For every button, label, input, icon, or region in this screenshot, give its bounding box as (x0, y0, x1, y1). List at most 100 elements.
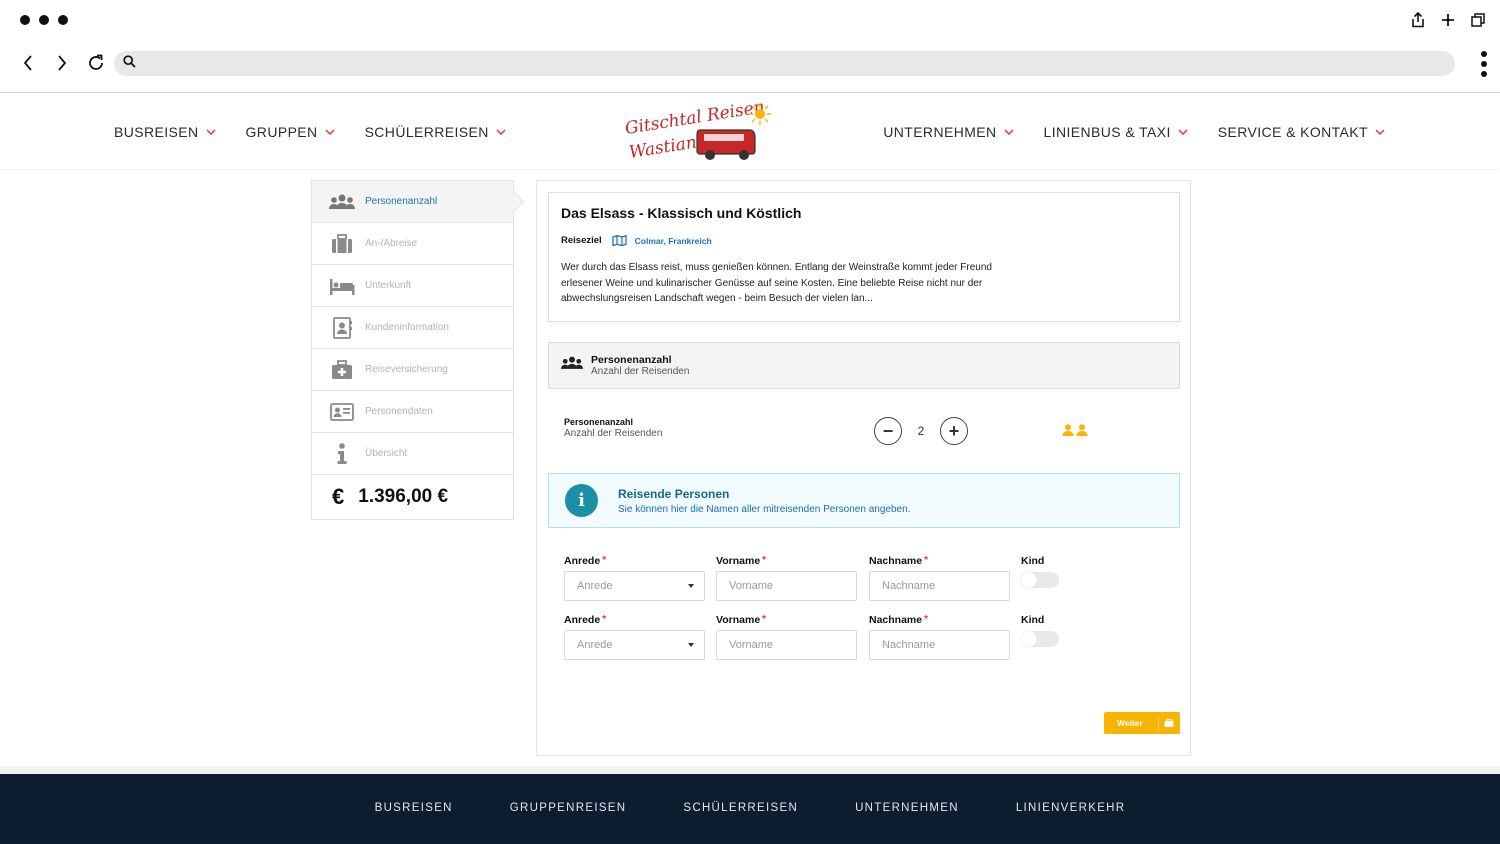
chevron-down-icon (496, 128, 506, 135)
site-logo[interactable]: Gitschtal Reisen Wastian (622, 100, 772, 162)
required-mark: * (924, 614, 929, 625)
section-title: Personenanzahl (591, 354, 672, 366)
person-icon (1076, 424, 1088, 436)
window-dot[interactable] (39, 15, 49, 25)
kind-toggle[interactable] (1021, 572, 1059, 588)
tabs-icon[interactable] (1470, 10, 1486, 30)
bus-icon (696, 129, 756, 160)
vorname-field[interactable] (729, 580, 856, 592)
step-reiseversicherung[interactable]: Reiseversicherung (312, 349, 513, 391)
kind-toggle[interactable] (1021, 631, 1059, 647)
chevron-down-icon (205, 128, 216, 135)
step-label: Übersicht (365, 448, 408, 459)
anrede-placeholder: Anrede (577, 580, 613, 592)
id-card-icon (329, 401, 355, 423)
info-alert: i Reisende Personen Sie können hier die … (548, 473, 1180, 528)
forward-icon[interactable] (52, 52, 72, 74)
next-button[interactable]: Weiter (1104, 712, 1180, 734)
count-label: Personenanzahl (564, 417, 634, 427)
nachname-label: Nachname (869, 555, 923, 567)
required-mark: * (602, 555, 607, 566)
contact-book-icon (329, 316, 355, 339)
traveler-row: Anrede* Anrede Vorname* Nachname* Kind (564, 614, 1074, 664)
search-icon (123, 54, 136, 73)
trip-description: Wer durch das Elsass reist, muss genieße… (561, 262, 992, 304)
share-icon[interactable] (1410, 10, 1426, 30)
menu-item-busreisen[interactable]: BUSREISEN (114, 124, 216, 140)
footer-link-busreisen[interactable]: BUSREISEN (375, 802, 453, 814)
group-icon (561, 356, 583, 375)
increase-button[interactable]: + (940, 417, 968, 445)
menu-item-label: GRUPPEN (245, 123, 318, 140)
destination-link[interactable]: Colmar, Frankreich (612, 235, 712, 246)
footer-link-unternehmen[interactable]: UNTERNEHMEN (855, 802, 959, 814)
map-icon (612, 235, 627, 246)
menu-item-label: SERVICE & KONTAKT (1217, 123, 1368, 140)
reload-icon[interactable] (86, 52, 106, 74)
window-controls (20, 15, 68, 25)
back-icon[interactable] (18, 52, 38, 74)
anrede-select[interactable]: Anrede (564, 630, 705, 660)
browser-toolbar (0, 0, 1500, 93)
step-uebersicht[interactable]: Übersicht (312, 433, 513, 475)
suitcase-icon (1164, 719, 1174, 727)
step-label: Personendaten (365, 406, 433, 417)
footer-link-gruppenreisen[interactable]: GRUPPENREISEN (510, 802, 627, 814)
step-an-abreise[interactable]: An-/Abreise (312, 223, 513, 265)
person-icon (1062, 424, 1074, 436)
kind-label: Kind (1021, 614, 1045, 626)
step-personenanzahl[interactable]: Personenanzahl (312, 181, 513, 223)
new-tab-icon[interactable] (1440, 10, 1456, 30)
section-header: Personenanzahl Anzahl der Reisenden (548, 342, 1180, 389)
step-label: Kundeninformation (365, 322, 449, 333)
anrede-label: Anrede (564, 614, 601, 626)
main-menu-right: UNTERNEHMEN LINIENBUS & TAXI SERVICE & K… (883, 94, 1385, 169)
chevron-down-icon (1003, 128, 1014, 135)
total-price: € 1.396,00 € (312, 475, 513, 519)
url-input[interactable] (144, 51, 1455, 76)
footer-link-schuelerreisen[interactable]: SCHÜLERREISEN (683, 802, 798, 814)
traveler-row: Anrede* Anrede Vorname* Nachname* Kind (564, 555, 1074, 605)
euro-icon: € (332, 484, 345, 509)
decrease-button[interactable]: − (874, 417, 902, 445)
step-personendaten[interactable]: Personendaten (312, 391, 513, 433)
menu-item-label: BUSREISEN (114, 123, 199, 140)
destination-value: Colmar, Frankreich (634, 235, 712, 246)
nachname-field[interactable] (882, 580, 1009, 592)
page-divider (0, 766, 1500, 774)
required-mark: * (762, 614, 767, 625)
footer-link-linienverkehr[interactable]: LINIENVERKEHR (1016, 802, 1126, 814)
person-count-row: Personenanzahl Anzahl der Reisenden − 2 … (564, 417, 1124, 447)
nachname-field[interactable] (882, 639, 1009, 651)
info-title: Reisende Personen (618, 486, 730, 501)
menu-item-linienbus-taxi[interactable]: LINIENBUS & TAXI (1044, 124, 1188, 140)
anrede-select[interactable]: Anrede (564, 571, 705, 601)
step-label: An-/Abreise (365, 238, 418, 249)
menu-item-service-kontakt[interactable]: SERVICE & KONTAKT (1218, 124, 1385, 140)
price-value: 1.396,00 € (358, 486, 449, 507)
step-label: Reiseversicherung (365, 364, 448, 375)
anrede-label: Anrede (564, 555, 601, 567)
booking-main-panel: Das Elsass - Klassisch und Köstlich Reis… (536, 180, 1191, 756)
trip-summary-card: Das Elsass - Klassisch und Köstlich Reis… (548, 192, 1180, 322)
address-bar[interactable] (114, 51, 1455, 76)
more-icon[interactable] (1481, 51, 1487, 77)
vorname-label: Vorname (716, 614, 761, 626)
step-kundeninformation[interactable]: Kundeninformation (312, 307, 513, 349)
required-mark: * (924, 555, 929, 566)
menu-item-label: SCHÜLERREISEN (364, 123, 489, 140)
step-unterkunft[interactable]: Unterkunft (312, 265, 513, 307)
booking-steps-sidebar: Personenanzahl An-/Abreise Unterkunft Ku… (311, 180, 514, 520)
chevron-down-icon (325, 128, 335, 135)
step-label: Personenanzahl (365, 196, 438, 207)
vorname-field[interactable] (729, 639, 856, 651)
menu-item-unternehmen[interactable]: UNTERNEHMEN (883, 124, 1014, 140)
chevron-down-icon (1178, 128, 1188, 135)
menu-item-gruppen[interactable]: GRUPPEN (246, 124, 335, 140)
menu-item-schuelerreisen[interactable]: SCHÜLERREISEN (365, 124, 506, 140)
site-header: BUSREISEN GRUPPEN SCHÜLERREISEN Gitschta… (0, 94, 1500, 169)
window-dot[interactable] (58, 15, 68, 25)
window-dot[interactable] (20, 15, 30, 25)
required-mark: * (602, 614, 607, 625)
quantity-stepper: − 2 + (874, 417, 968, 445)
